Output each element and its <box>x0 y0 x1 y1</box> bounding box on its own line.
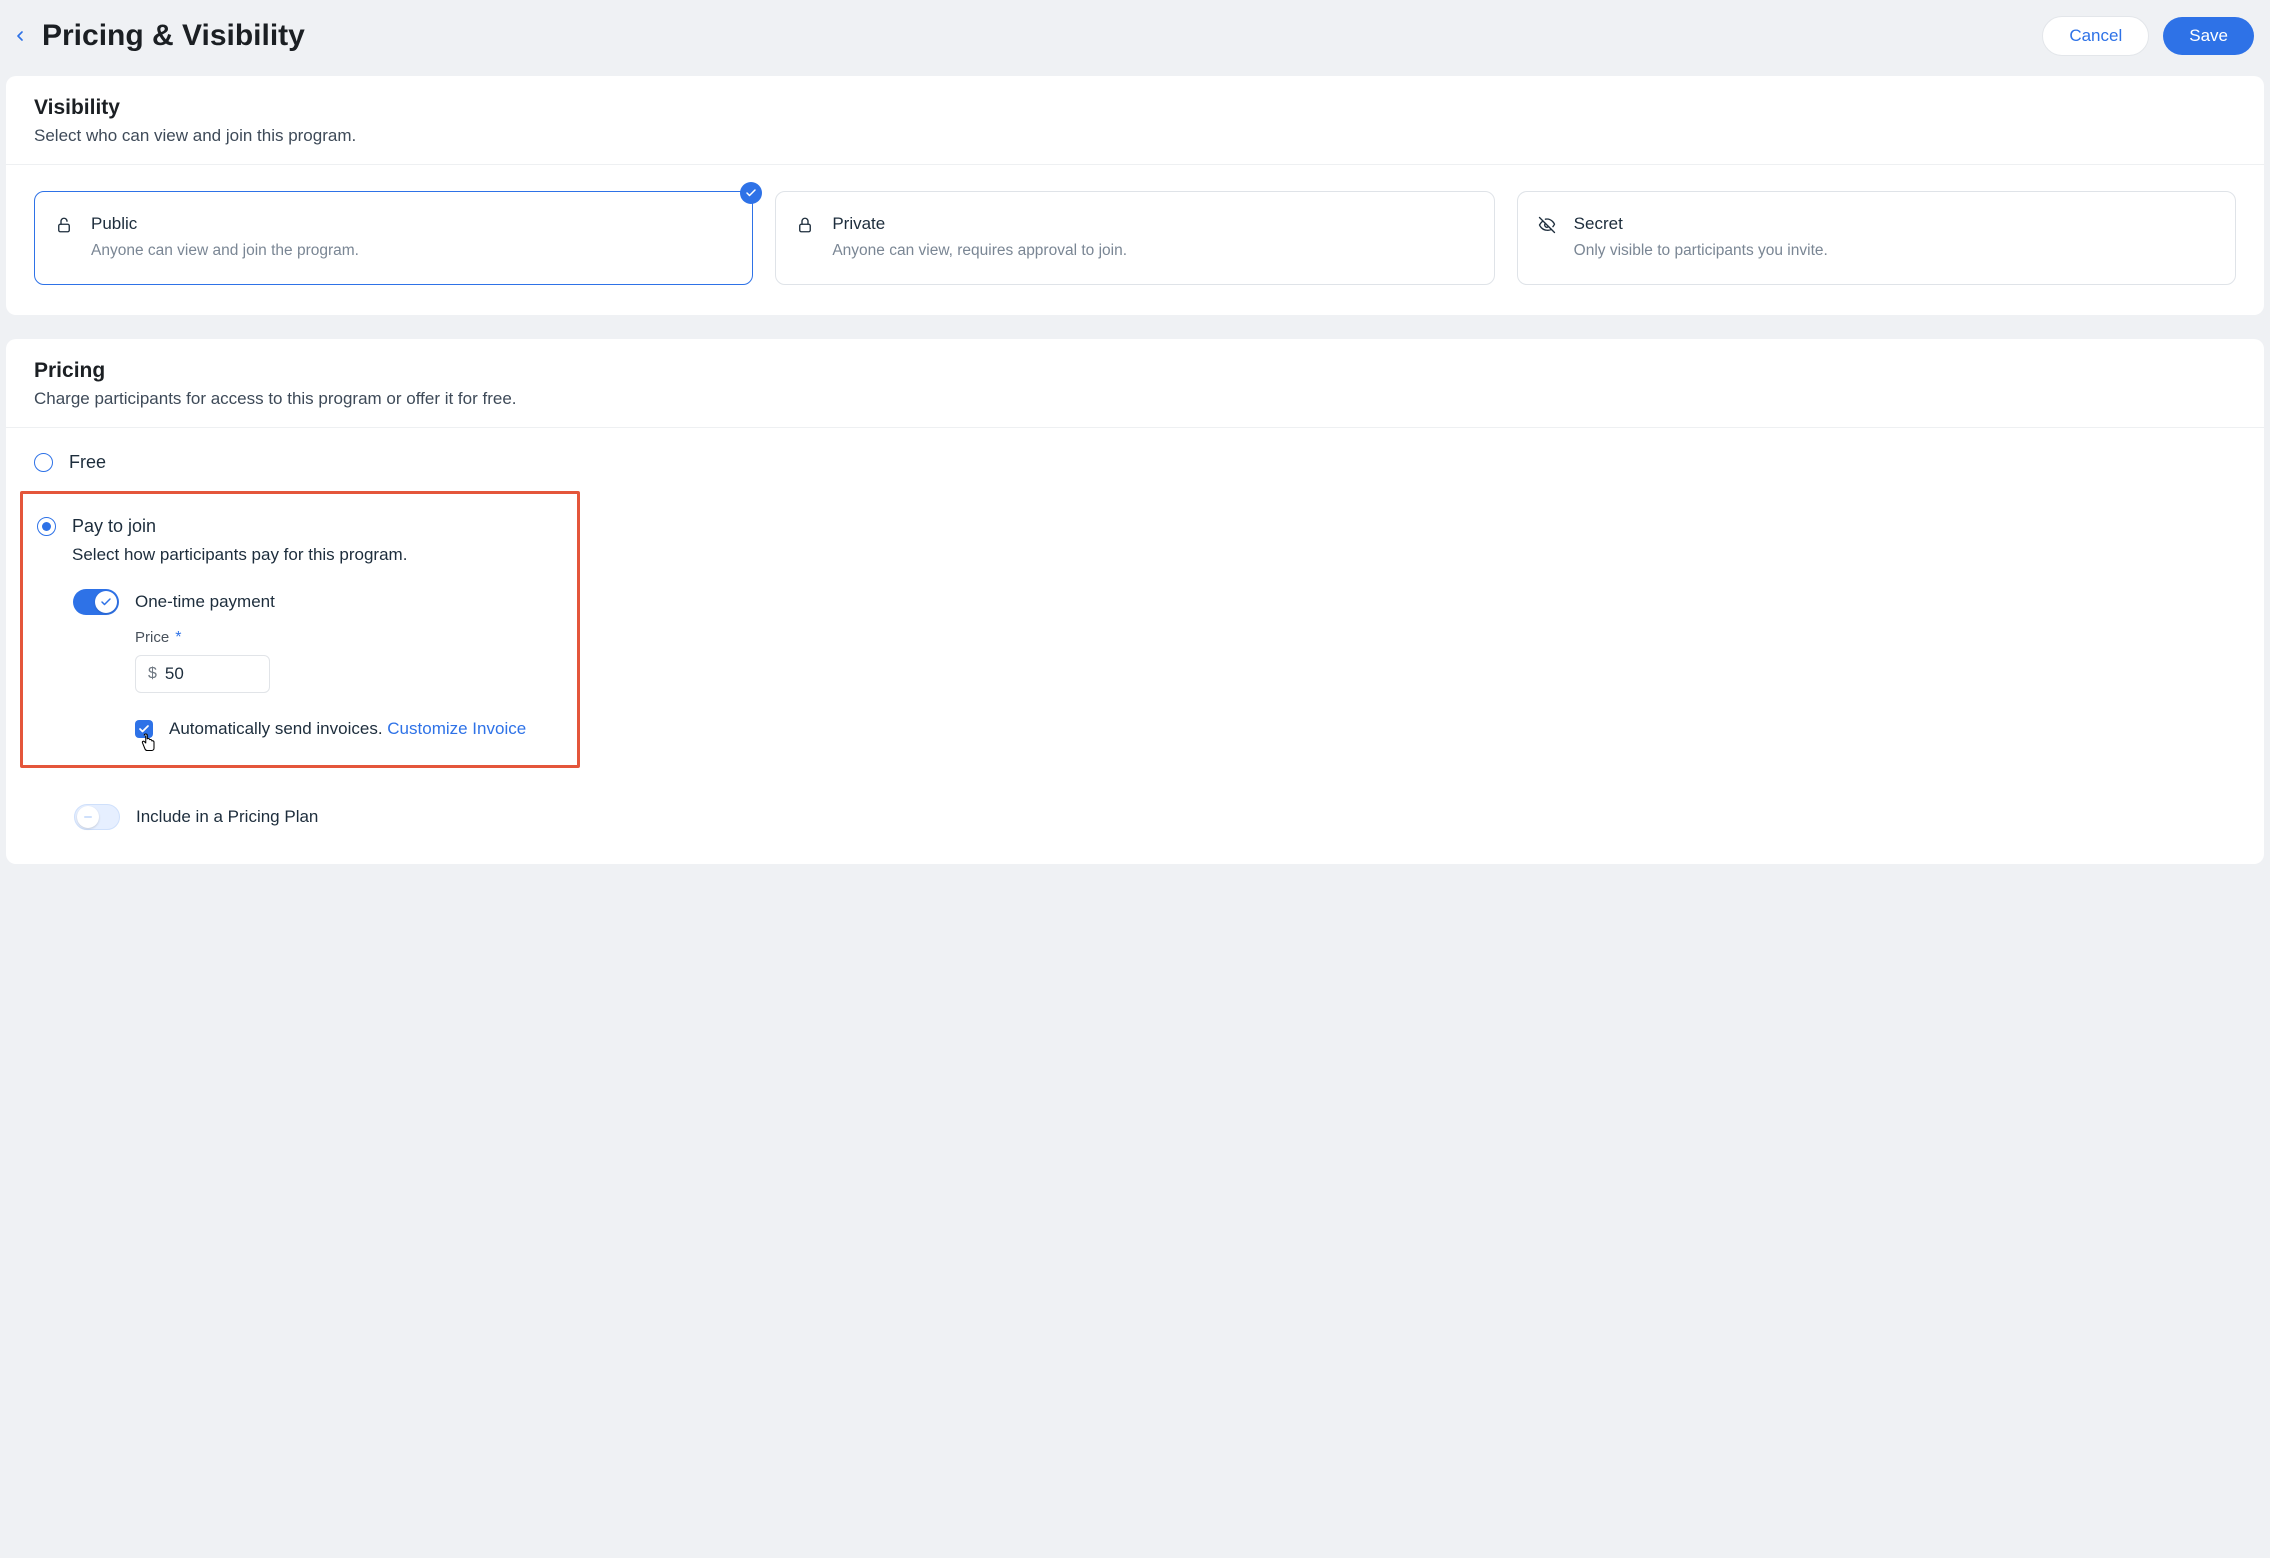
pricing-option-pay[interactable]: Pay to join <box>37 516 559 537</box>
visibility-option-title: Public <box>91 214 730 234</box>
currency-symbol: $ <box>148 665 157 683</box>
visibility-option-desc: Anyone can view and join the program. <box>91 240 730 262</box>
auto-invoice-checkbox[interactable] <box>135 720 153 738</box>
visibility-option-title: Secret <box>1574 214 2213 234</box>
pricing-plan-row: Include in a Pricing Plan <box>74 804 2236 830</box>
visibility-header: Visibility Select who can view and join … <box>6 76 2264 165</box>
pricing-plan-label: Include in a Pricing Plan <box>136 807 318 827</box>
pricing-title: Pricing <box>34 359 2236 383</box>
radio-pay[interactable] <box>37 517 56 536</box>
cancel-button[interactable]: Cancel <box>2042 16 2149 56</box>
pricing-body: Free Pay to join Select how participants… <box>6 428 2264 864</box>
selected-check-icon <box>740 182 762 204</box>
visibility-option-private[interactable]: Private Anyone can view, requires approv… <box>775 191 1494 285</box>
price-label: Price * <box>135 629 559 647</box>
visibility-subtitle: Select who can view and join this progra… <box>34 126 2236 146</box>
price-input[interactable] <box>165 664 257 684</box>
pricing-card: Pricing Charge participants for access t… <box>6 339 2264 864</box>
price-block: Price * $ <box>135 629 559 693</box>
one-time-payment-label: One-time payment <box>135 592 275 612</box>
visibility-option-desc: Only visible to participants you invite. <box>1574 240 2213 262</box>
invoice-row: Automatically send invoices. Customize I… <box>135 719 559 739</box>
page-title: Pricing & Visibility <box>42 19 2042 53</box>
one-time-payment-toggle[interactable] <box>73 589 119 615</box>
auto-invoice-label: Automatically send invoices. <box>169 719 387 738</box>
eye-off-icon <box>1538 216 1556 234</box>
radio-free[interactable] <box>34 453 53 472</box>
lock-icon <box>796 216 814 234</box>
customize-invoice-link[interactable]: Customize Invoice <box>387 719 526 738</box>
visibility-options: Public Anyone can view and join the prog… <box>6 165 2264 315</box>
auto-invoice-text: Automatically send invoices. Customize I… <box>169 719 526 739</box>
visibility-option-public[interactable]: Public Anyone can view and join the prog… <box>34 191 753 285</box>
price-input-wrap[interactable]: $ <box>135 655 270 693</box>
visibility-option-text: Secret Only visible to participants you … <box>1574 214 2213 262</box>
pricing-option-free[interactable]: Free <box>34 452 2236 473</box>
price-label-text: Price <box>135 629 169 646</box>
page-header: Pricing & Visibility Cancel Save <box>6 6 2264 76</box>
radio-free-label: Free <box>69 452 106 473</box>
visibility-option-text: Public Anyone can view and join the prog… <box>91 214 730 262</box>
one-time-payment-row: One-time payment <box>73 589 559 615</box>
unlock-icon <box>55 216 73 234</box>
visibility-option-secret[interactable]: Secret Only visible to participants you … <box>1517 191 2236 285</box>
visibility-option-text: Private Anyone can view, requires approv… <box>832 214 1471 262</box>
pricing-plan-toggle[interactable] <box>74 804 120 830</box>
radio-pay-label: Pay to join <box>72 516 156 537</box>
pay-subtitle: Select how participants pay for this pro… <box>72 545 559 565</box>
pay-to-join-highlight: Pay to join Select how participants pay … <box>20 491 580 768</box>
chevron-left-icon[interactable] <box>12 28 28 44</box>
visibility-title: Visibility <box>34 96 2236 120</box>
visibility-card: Visibility Select who can view and join … <box>6 76 2264 315</box>
pricing-header: Pricing Charge participants for access t… <box>6 339 2264 428</box>
pricing-subtitle: Charge participants for access to this p… <box>34 389 2236 409</box>
save-button[interactable]: Save <box>2163 17 2254 55</box>
visibility-option-desc: Anyone can view, requires approval to jo… <box>832 240 1471 262</box>
visibility-option-title: Private <box>832 214 1471 234</box>
required-star-icon: * <box>175 629 181 647</box>
